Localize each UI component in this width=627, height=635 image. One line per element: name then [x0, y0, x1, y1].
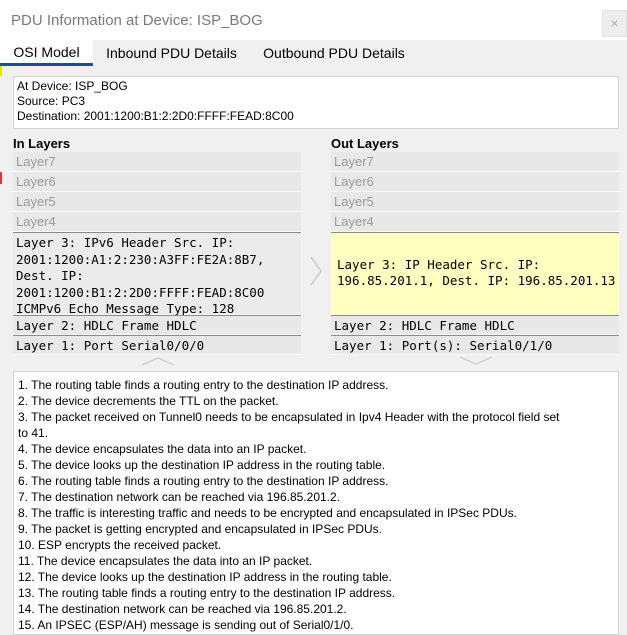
out-layer-1[interactable]: Layer 1: Port(s): Serial0/1/0 — [331, 335, 619, 355]
in-layer-3-line-1: Layer 3: IPv6 Header Src. IP: — [16, 235, 235, 250]
in-layers-heading: In Layers — [13, 136, 71, 151]
step-line: to 41. — [18, 426, 49, 440]
chevron-right-icon — [310, 256, 322, 286]
in-layer-7[interactable]: Layer7 — [13, 152, 301, 172]
close-button[interactable]: × — [602, 10, 627, 37]
step-line: 14. The destination network can be reach… — [18, 602, 347, 616]
step-line: 3. The packet received on Tunnel0 needs … — [18, 410, 560, 424]
processing-steps-panel: 1. The routing table finds a routing ent… — [13, 371, 619, 635]
out-layer-6[interactable]: Layer6 — [331, 172, 619, 192]
source-label: Source: PC3 — [17, 94, 86, 108]
tab-osi-model[interactable]: OSI Model — [0, 40, 93, 66]
in-layer-5[interactable]: Layer5 — [13, 192, 301, 212]
step-line: 6. The routing table finds a routing ent… — [18, 474, 389, 488]
out-layer-3[interactable]: Layer 3: IP Header Src. IP: 196.85.201.1… — [331, 232, 619, 315]
in-layer-3-line-2: 2001:1200:A1:2:230:A3FF:FE2A:8B7, — [16, 251, 265, 267]
destination-label: Destination: 2001:1200:B1:2:2D0:FFFF:FEA… — [17, 109, 294, 123]
close-icon: × — [610, 15, 619, 31]
in-layer-1[interactable]: Layer 1: Port Serial0/0/0 — [13, 335, 301, 355]
in-layer-4[interactable]: Layer4 — [13, 212, 301, 232]
step-line: 11. The device encapsulates the data int… — [18, 554, 313, 568]
step-line: 15. An IPSEC (ESP/AH) message is sending… — [18, 618, 354, 632]
out-layer-4[interactable]: Layer4 — [331, 212, 619, 232]
scroll-up-icon[interactable] — [141, 356, 175, 366]
out-layer-2[interactable]: Layer 2: HDLC Frame HDLC — [331, 315, 619, 335]
step-line: 9. The packet is getting encrypted and e… — [18, 522, 382, 536]
out-layer-5[interactable]: Layer5 — [331, 192, 619, 212]
step-line: 8. The traffic is interesting traffic an… — [18, 506, 517, 520]
tab-strip: OSI Model Inbound PDU Details Outbound P… — [0, 40, 627, 66]
device-info-panel: At Device: ISP_BOG Source: PC3 Destinati… — [13, 76, 619, 129]
out-layer-3-line-2: 196.85.201.1, Dest. IP: 196.85.201.13 — [337, 273, 616, 288]
in-layer-6[interactable]: Layer6 — [13, 172, 301, 192]
left-edge-mark-red-2 — [0, 172, 2, 184]
step-line: 1. The routing table finds a routing ent… — [18, 378, 389, 392]
step-line: 13. The routing table finds a routing en… — [18, 586, 396, 600]
scroll-down-icon[interactable] — [459, 356, 493, 366]
out-layer-7[interactable]: Layer7 — [331, 152, 619, 172]
out-layers-heading: Out Layers — [331, 136, 399, 151]
window-title: PDU Information at Device: ISP_BOG — [11, 12, 263, 29]
tab-inbound-pdu-details[interactable]: Inbound PDU Details — [93, 40, 250, 66]
tab-outbound-pdu-details[interactable]: Outbound PDU Details — [250, 40, 418, 66]
in-layer-3-line-3: Dest. IP: — [16, 268, 84, 283]
step-line: 7. The destination network can be reache… — [18, 490, 341, 504]
title-bar: PDU Information at Device: ISP_BOG × — [0, 0, 627, 40]
out-layer-3-line-1: Layer 3: IP Header Src. IP: — [337, 257, 541, 272]
step-line: 2. The device decrements the TTL on the … — [18, 394, 279, 408]
in-layer-3[interactable]: Layer 3: IPv6 Header Src. IP: 2001:1200:… — [13, 232, 301, 316]
in-layer-3-line-4: 2001:1200:B1:2:2D0:FFFF:FEAD:8C00 — [16, 284, 265, 300]
device-name: At Device: ISP_BOG — [17, 79, 128, 93]
step-line: 12. The device looks up the destination … — [18, 570, 392, 584]
in-layer-2[interactable]: Layer 2: HDLC Frame HDLC — [13, 315, 301, 335]
step-line: 5. The device looks up the destination I… — [18, 458, 386, 472]
step-line: 4. The device encapsulates the data into… — [18, 442, 307, 456]
step-line: 10. ESP encrypts the received packet. — [18, 538, 222, 552]
